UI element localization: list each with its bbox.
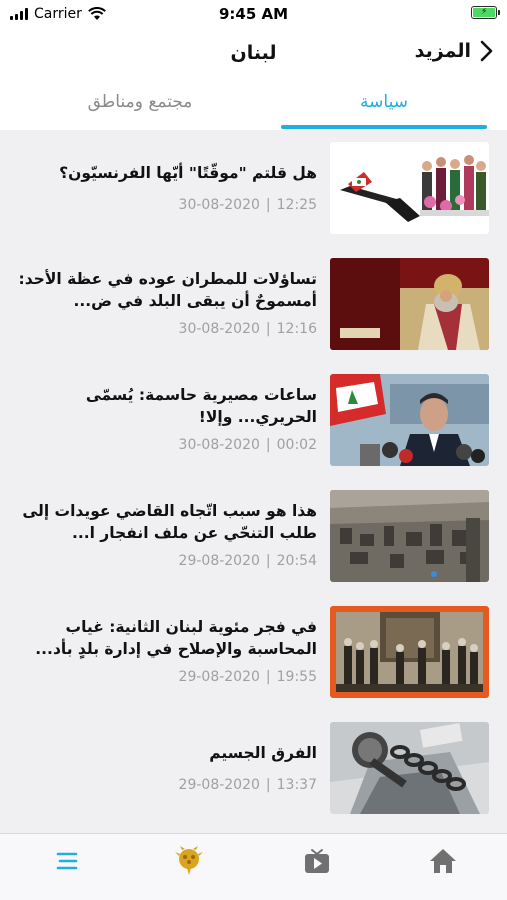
bottom-tab-bar: [0, 833, 507, 900]
home-icon[interactable]: [428, 846, 458, 876]
more-button[interactable]: المزيد: [415, 40, 493, 62]
article-date: 29-08-2020: [178, 553, 260, 569]
article-title[interactable]: ساعات مصيرية حاسمة: يُسمّى الحريري... وإ…: [17, 384, 317, 428]
article-thumbnail: [330, 142, 489, 234]
article-item[interactable]: تساؤلات للمطران عوده في عظة الأحد: أمسمو…: [0, 246, 507, 362]
battery-icon: ⚡: [471, 6, 500, 19]
article-item[interactable]: ساعات مصيرية حاسمة: يُسمّى الحريري... وإ…: [0, 362, 507, 478]
active-tab-indicator: [281, 125, 487, 129]
article-title[interactable]: في فجر مئوية لبنان الثانية: غياب المحاسب…: [17, 616, 317, 660]
article-time: 00:02: [276, 437, 317, 453]
article-thumbnail: [330, 722, 489, 814]
article-thumbnail: [330, 258, 489, 350]
article-item[interactable]: في فجر مئوية لبنان الثانية: غياب المحاسب…: [0, 594, 507, 710]
article-meta: 00:02 | 30-08-2020: [178, 437, 317, 453]
article-date: 30-08-2020: [178, 197, 260, 213]
article-date: 29-08-2020: [178, 669, 260, 685]
article-item[interactable]: الفرق الجسيم 13:37 | 29-08-2020: [0, 710, 507, 826]
article-date: 30-08-2020: [178, 321, 260, 337]
article-meta: 13:37 | 29-08-2020: [178, 777, 317, 793]
category-tabs: سياسة مجتمع ومناطق: [0, 80, 507, 130]
tv-play-icon[interactable]: [302, 846, 332, 876]
article-list[interactable]: هل قلتم "موقّتًا" أيّها الفرنسيّون؟ 12:2…: [0, 130, 507, 833]
article-date: 30-08-2020: [178, 437, 260, 453]
article-time: 20:54: [276, 553, 317, 569]
article-meta: 20:54 | 29-08-2020: [178, 553, 317, 569]
article-meta: 12:25 | 30-08-2020: [178, 197, 317, 213]
article-title[interactable]: هذا هو سبب اتّجاه القاضي عويدات إلى طلب …: [17, 500, 317, 544]
article-thumbnail: [330, 490, 489, 582]
article-item[interactable]: هذا هو سبب اتّجاه القاضي عويدات إلى طلب …: [0, 478, 507, 594]
article-thumbnail: [330, 374, 489, 466]
article-time: 12:25: [276, 197, 317, 213]
cedar-logo-icon[interactable]: [174, 846, 204, 876]
article-title[interactable]: الفرق الجسيم: [17, 742, 317, 764]
more-label: المزيد: [414, 40, 471, 62]
nav-bar: لبنان المزيد: [0, 28, 507, 80]
article-title[interactable]: تساؤلات للمطران عوده في عظة الأحد: أمسمو…: [17, 268, 317, 312]
article-item[interactable]: هل قلتم "موقّتًا" أيّها الفرنسيّون؟ 12:2…: [0, 130, 507, 246]
article-date: 29-08-2020: [178, 777, 260, 793]
status-bar: Carrier 9:45 AM ⚡: [0, 0, 507, 28]
tab-politics[interactable]: سياسة: [280, 92, 488, 112]
status-time: 9:45 AM: [218, 5, 289, 23]
chevron-right-icon: [480, 40, 493, 62]
article-meta: 19:55 | 29-08-2020: [178, 669, 317, 685]
article-title[interactable]: هل قلتم "موقّتًا" أيّها الفرنسيّون؟: [17, 162, 317, 184]
article-meta: 12:16 | 30-08-2020: [178, 321, 317, 337]
article-time: 12:16: [276, 321, 317, 337]
tab-society[interactable]: مجتمع ومناطق: [40, 92, 240, 112]
menu-icon[interactable]: [52, 846, 82, 876]
article-thumbnail: [330, 606, 489, 698]
article-time: 19:55: [276, 669, 317, 685]
article-time: 13:37: [276, 777, 317, 793]
